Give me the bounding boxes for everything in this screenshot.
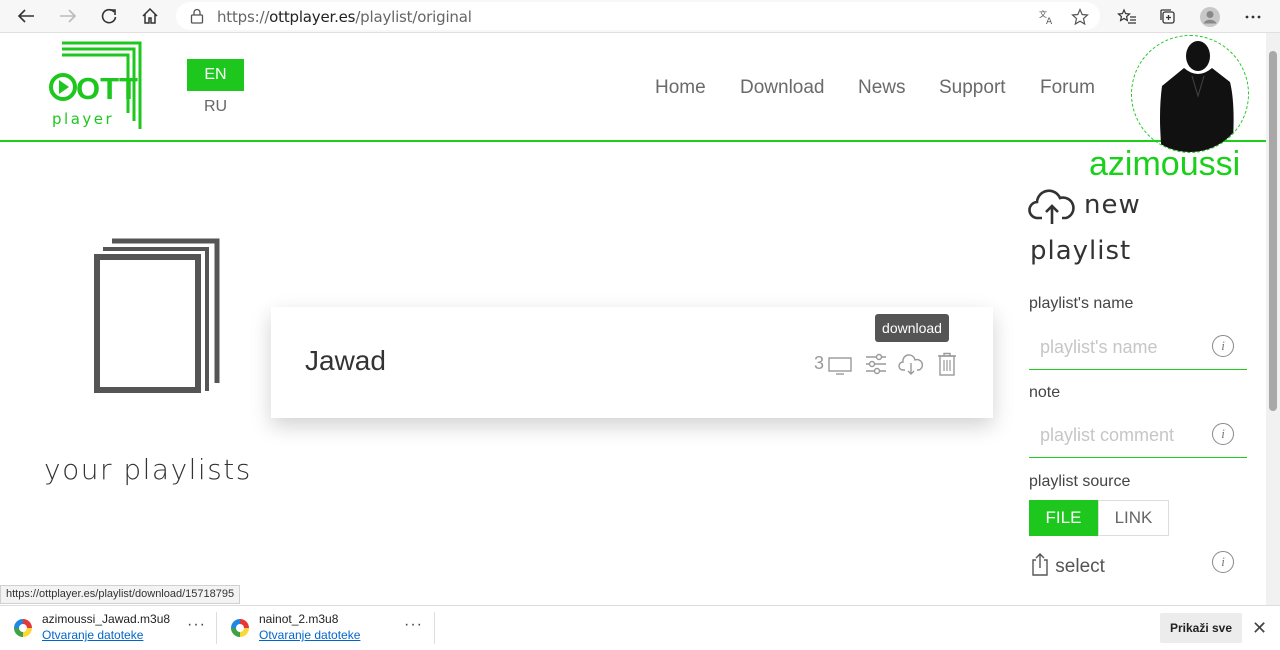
- devices-icon[interactable]: [827, 351, 853, 377]
- file-icon: [231, 619, 249, 637]
- playlist-source-label: playlist source: [1029, 473, 1131, 490]
- svg-text:A: A: [1046, 17, 1053, 26]
- lang-ru-button[interactable]: RU: [187, 95, 244, 119]
- translate-icon[interactable]: 文A: [1038, 8, 1056, 31]
- open-file-link[interactable]: Otvaranje datoteke: [259, 628, 360, 642]
- url-text[interactable]: https://ottplayer.es/playlist/original: [217, 8, 472, 26]
- your-playlists-title: your playlists: [44, 453, 252, 486]
- source-file-button[interactable]: FILE: [1029, 500, 1098, 536]
- favorite-star-icon[interactable]: [1071, 8, 1089, 31]
- status-url: https://ottplayer.es/playlist/download/1…: [0, 585, 241, 604]
- playlist-name[interactable]: Jawad: [305, 345, 386, 377]
- download-item[interactable]: nainot_2.m3u8 Otvaranje datoteke ···: [217, 606, 433, 650]
- forward-icon[interactable]: [55, 4, 81, 28]
- back-icon[interactable]: [13, 4, 39, 28]
- new-playlist-title-line1: new: [1084, 190, 1141, 220]
- download-file-name: azimoussi_Jawad.m3u8: [42, 612, 171, 626]
- note-label: note: [1029, 384, 1061, 401]
- nav-download[interactable]: Download: [740, 77, 825, 99]
- user-silhouette-icon: [1160, 41, 1234, 152]
- logo-player-text: player: [52, 110, 114, 128]
- download-item[interactable]: azimoussi_Jawad.m3u8 Otvaranje datoteke …: [0, 606, 216, 650]
- select-file-button[interactable]: select: [1030, 552, 1105, 578]
- show-all-button[interactable]: Prikaži sve: [1160, 613, 1242, 643]
- playlist-name-field[interactable]: i: [1029, 324, 1247, 370]
- nav-forum[interactable]: Forum: [1040, 77, 1095, 99]
- playlist-name-input[interactable]: [1040, 334, 1210, 360]
- more-icon[interactable]: [1242, 6, 1264, 28]
- nav-news[interactable]: News: [858, 77, 906, 99]
- select-label: select: [1055, 556, 1105, 577]
- more-options-icon[interactable]: ···: [404, 616, 423, 634]
- site-header: OTT player EN RU Home Download News Supp…: [0, 33, 1266, 142]
- cloud-upload-icon: [1028, 186, 1076, 231]
- settings-sliders-icon[interactable]: [863, 351, 889, 377]
- nav-home[interactable]: Home: [655, 77, 706, 99]
- username[interactable]: azimoussi: [1089, 145, 1240, 184]
- playlist-name-label: playlist's name: [1029, 295, 1134, 312]
- page-scrollbar[interactable]: [1266, 33, 1280, 605]
- device-count: 3: [814, 353, 825, 373]
- new-playlist-title-line2: playlist: [1030, 236, 1132, 266]
- logo-ott-text: OTT: [76, 71, 138, 106]
- file-icon: [14, 619, 32, 637]
- download-bar: azimoussi_Jawad.m3u8 Otvaranje datoteke …: [0, 605, 1280, 649]
- lock-icon[interactable]: [190, 8, 204, 29]
- note-input[interactable]: [1040, 422, 1210, 448]
- collections-icon[interactable]: [1157, 6, 1179, 28]
- more-options-icon[interactable]: ···: [187, 616, 206, 634]
- nav-support[interactable]: Support: [939, 77, 1006, 99]
- refresh-icon[interactable]: [96, 4, 122, 28]
- download-file-name: nainot_2.m3u8: [259, 612, 339, 626]
- info-icon[interactable]: i: [1212, 335, 1234, 357]
- download-tooltip: download: [875, 314, 949, 342]
- url-path: /playlist/original: [355, 8, 472, 26]
- note-field[interactable]: i: [1029, 412, 1247, 458]
- address-bar[interactable]: https://ottplayer.es/playlist/original 文…: [176, 2, 1100, 30]
- cloud-download-icon[interactable]: [898, 351, 924, 377]
- avatar[interactable]: [1131, 35, 1249, 153]
- info-icon[interactable]: i: [1212, 423, 1234, 445]
- home-icon[interactable]: [137, 4, 163, 28]
- info-icon[interactable]: i: [1212, 551, 1234, 573]
- favorites-icon[interactable]: [1116, 6, 1138, 28]
- browser-toolbar: https://ottplayer.es/playlist/original 文…: [0, 0, 1280, 33]
- close-icon[interactable]: ✕: [1252, 618, 1267, 639]
- profile-icon[interactable]: [1199, 6, 1221, 28]
- trash-icon[interactable]: [934, 351, 960, 377]
- lang-en-button[interactable]: EN: [187, 59, 244, 91]
- url-prefix: https://: [217, 8, 270, 26]
- share-upload-icon: [1032, 553, 1048, 576]
- playlists-icon: [94, 237, 220, 397]
- url-host: ottplayer.es: [269, 8, 356, 26]
- scrollbar-thumb[interactable]: [1269, 51, 1277, 411]
- ott-player-logo[interactable]: OTT player: [48, 41, 144, 133]
- open-file-link[interactable]: Otvaranje datoteke: [42, 628, 143, 642]
- source-link-button[interactable]: LINK: [1098, 500, 1169, 536]
- divider: [434, 612, 435, 644]
